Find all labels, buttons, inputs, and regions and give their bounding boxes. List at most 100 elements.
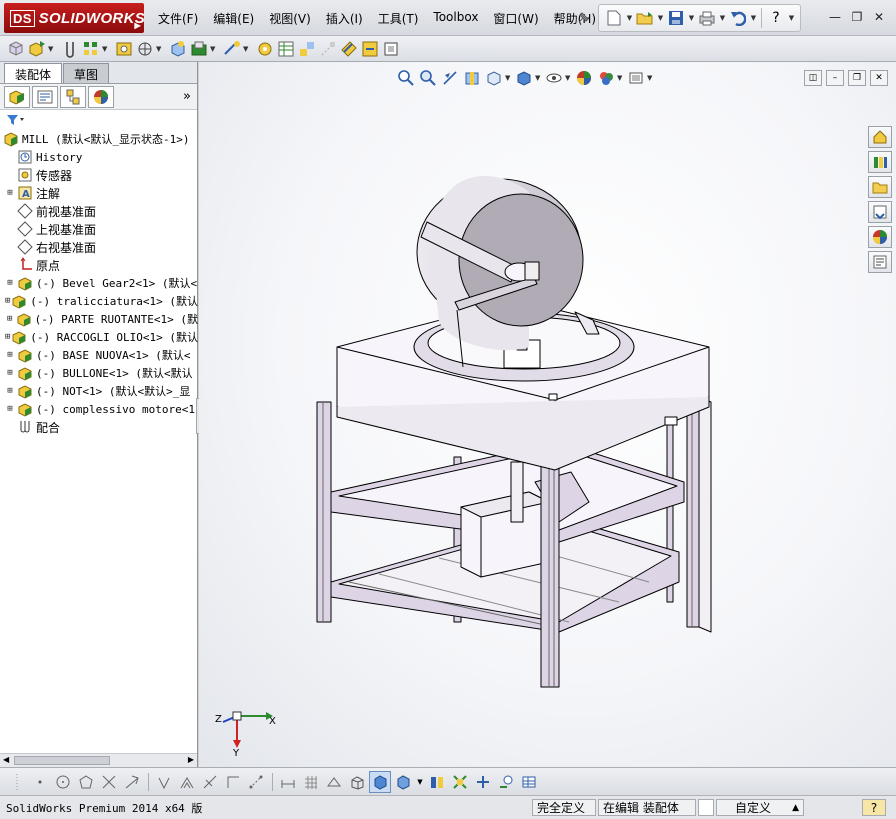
featuremanager-tree-icon[interactable] (4, 85, 30, 108)
menu-tools[interactable]: 工具(T) (372, 8, 425, 29)
point-icon[interactable] (29, 771, 51, 793)
section-view-icon[interactable] (461, 68, 483, 88)
tree-item[interactable]: 前视基准面 (0, 202, 198, 220)
menu-file[interactable]: 文件(F) (152, 8, 204, 29)
shaded-box-icon[interactable] (369, 770, 391, 793)
trim-icon[interactable] (98, 771, 120, 793)
interference-icon[interactable] (449, 771, 471, 793)
help-dropdown-icon[interactable]: ▼ (787, 7, 796, 29)
view-palette-icon[interactable] (868, 201, 892, 223)
tree-item[interactable]: ⊞ (-) complessivo motore<1 (0, 400, 198, 418)
help-icon[interactable]: ? (765, 7, 787, 29)
expand-icon[interactable]: ⊞ (4, 332, 11, 342)
open-folder-icon[interactable] (634, 7, 656, 29)
pattern-dropdown-icon[interactable]: ▼ (102, 45, 110, 53)
insert-component-icon[interactable] (27, 39, 47, 59)
display-mode-icon[interactable] (392, 771, 414, 793)
restore-button[interactable]: ❐ (846, 8, 868, 26)
table-icon[interactable] (518, 771, 540, 793)
smart-fasteners-icon[interactable] (114, 39, 134, 59)
expand-icon[interactable]: ⊞ (4, 278, 16, 288)
pin-menu-icon[interactable] (575, 10, 591, 26)
display-style-dropdown-icon[interactable]: ▼ (535, 74, 543, 82)
print-dropdown-icon[interactable]: ▼ (718, 7, 727, 29)
open-dropdown-icon[interactable]: ▼ (656, 7, 665, 29)
appearances-scenes-icon[interactable] (868, 226, 892, 248)
viewport-restore-button[interactable]: ❐ (848, 70, 866, 86)
scroll-left-icon[interactable]: ◀ (3, 755, 9, 764)
solidworks-logo[interactable]: DS SOLIDWORKS ▶ (4, 3, 145, 33)
insert-dropdown-icon[interactable]: ▼ (48, 45, 56, 53)
view-settings-icon[interactable] (625, 68, 647, 88)
file-explorer-icon[interactable] (868, 176, 892, 198)
expand-icon[interactable]: ⊞ (4, 314, 15, 324)
menu-insert[interactable]: 插入(I) (320, 8, 369, 29)
expand-icon[interactable]: ⊞ (4, 404, 16, 414)
tree-item[interactable]: 传感器 (0, 166, 198, 184)
explode-line-sketch-icon[interactable] (318, 39, 338, 59)
menu-window[interactable]: 窗口(W) (487, 8, 544, 29)
assembly-features-icon[interactable] (189, 39, 209, 59)
display-style-icon[interactable] (513, 68, 535, 88)
tab-sketch[interactable]: 草图 (63, 63, 110, 83)
circle-icon[interactable] (52, 771, 74, 793)
close-button[interactable]: ✕ (868, 8, 890, 26)
undo-dropdown-icon[interactable]: ▼ (749, 7, 758, 29)
tree-item[interactable]: ⊞ (-) Bevel Gear2<1> (默认< (0, 274, 198, 292)
menu-toolbox[interactable]: Toolbox (427, 8, 484, 29)
zoom-to-fit-icon[interactable] (395, 68, 417, 88)
reference-dropdown-icon[interactable]: ▼ (243, 45, 251, 53)
graphics-area[interactable]: ▼ ▼ ▼ ▼ ▼ ◫ – ❐ ✕ X Y Z (199, 62, 896, 767)
units-arrow-icon[interactable]: ▲ (792, 803, 799, 813)
scene-dropdown-icon[interactable]: ▼ (617, 74, 625, 82)
sketch-plane-icon[interactable] (323, 771, 345, 793)
offset-entities-icon[interactable] (176, 771, 198, 793)
tree-item[interactable]: ⊞ (-) BASE NUOVA<1> (默认< (0, 346, 198, 364)
mirror-entities-icon[interactable] (199, 771, 221, 793)
move-triad-icon[interactable] (472, 771, 494, 793)
save-icon[interactable] (665, 7, 687, 29)
expand-icon[interactable]: ⊞ (4, 368, 16, 378)
save-dropdown-icon[interactable]: ▼ (687, 7, 696, 29)
scrollbar-thumb[interactable] (14, 756, 110, 765)
convert-entities-icon[interactable] (153, 771, 175, 793)
viewport-minimize-button[interactable]: – (826, 70, 844, 86)
linear-pattern-icon[interactable] (81, 39, 101, 59)
tree-item[interactable]: History (0, 148, 198, 166)
tree-item[interactable]: ⊞ A 注解 (0, 184, 198, 202)
undo-icon[interactable] (727, 7, 749, 29)
dimension-icon[interactable] (277, 771, 299, 793)
tree-item[interactable]: ⊞ (-) PARTE RUOTANTE<1> (默 (0, 310, 198, 328)
view-orientation-icon[interactable] (483, 68, 505, 88)
wireframe-box-icon[interactable] (346, 771, 368, 793)
viewport-close-button[interactable]: ✕ (870, 70, 888, 86)
hide-show-items-icon[interactable] (543, 68, 565, 88)
orientation-dropdown-icon[interactable]: ▼ (505, 74, 513, 82)
magnet-icon[interactable] (495, 771, 517, 793)
features-dropdown-icon[interactable]: ▼ (210, 45, 218, 53)
tree-item[interactable]: 右视基准面 (0, 238, 198, 256)
apply-scene-icon[interactable] (595, 68, 617, 88)
tree-horizontal-scrollbar[interactable]: ◀ ▶ (0, 753, 197, 767)
move-dropdown-icon[interactable]: ▼ (156, 45, 164, 53)
mill-assembly-model[interactable] (199, 62, 896, 767)
expand-icon[interactable]: ⊞ (4, 386, 16, 396)
expand-icon[interactable]: ⊞ (4, 350, 16, 360)
configuration-manager-icon[interactable] (60, 85, 86, 108)
filter-icon[interactable] (6, 113, 26, 127)
new-motion-study-icon[interactable] (255, 39, 275, 59)
tree-item[interactable]: 上视基准面 (0, 220, 198, 238)
extend-icon[interactable] (121, 771, 143, 793)
tree-item[interactable]: ⊞ (-) BULLONE<1> (默认<默认 (0, 364, 198, 382)
move-component-icon[interactable] (135, 39, 155, 59)
grid-icon[interactable] (300, 771, 322, 793)
minimize-button[interactable]: — (824, 8, 846, 26)
display-mode-dropdown-icon[interactable]: ▼ (415, 771, 425, 793)
mate-icon[interactable] (60, 39, 80, 59)
view-settings-dropdown-icon[interactable]: ▼ (647, 74, 655, 82)
menu-view[interactable]: 视图(V) (263, 8, 317, 29)
scroll-right-icon[interactable]: ▶ (188, 755, 194, 764)
edit-component-icon[interactable] (6, 39, 26, 59)
previous-view-icon[interactable] (439, 68, 461, 88)
units-selector[interactable]: 自定义 ▲ (716, 799, 804, 816)
